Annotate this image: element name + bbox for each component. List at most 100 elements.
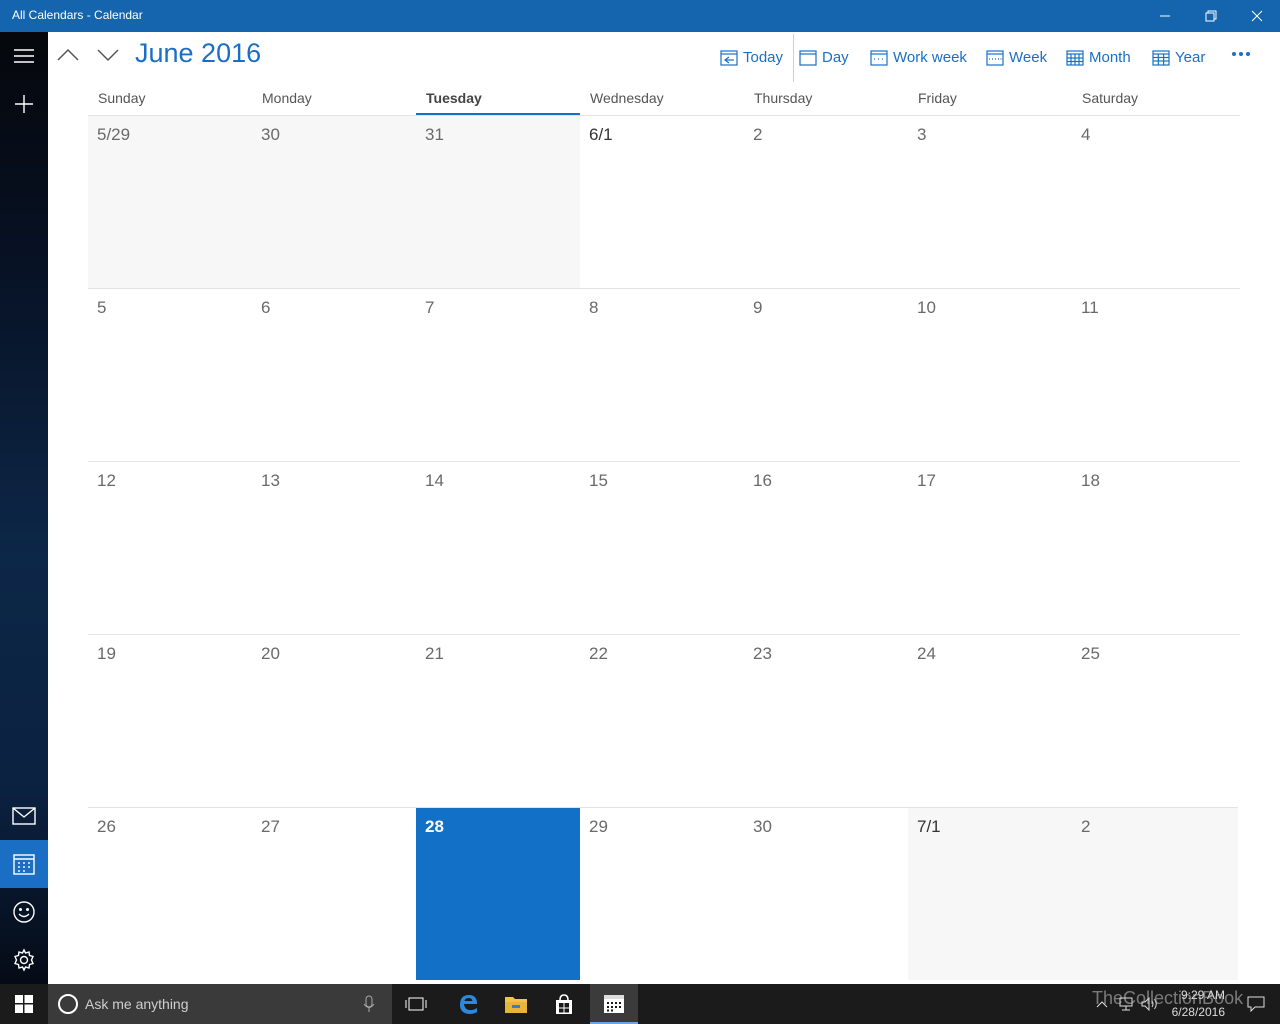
day-view-button[interactable]: Day: [799, 44, 849, 70]
day-cell[interactable]: 30: [744, 807, 908, 980]
day-cell[interactable]: 13: [252, 461, 416, 634]
weekday-header-thursday: Thursday: [754, 90, 813, 106]
day-cell[interactable]: 24: [908, 634, 1072, 807]
month-view-button[interactable]: Month: [1066, 44, 1131, 70]
work-week-icon: [870, 49, 888, 66]
mail-button[interactable]: [0, 792, 48, 840]
title-bar: All Calendars - Calendar: [0, 0, 1280, 32]
action-center-button[interactable]: [1232, 984, 1280, 1024]
calendar-taskbar-button[interactable]: [590, 984, 638, 1024]
day-cell[interactable]: 21: [416, 634, 580, 807]
day-number: 23: [753, 644, 772, 663]
day-number: 5/29: [97, 125, 131, 144]
day-cell[interactable]: 10: [908, 288, 1072, 461]
close-button[interactable]: [1234, 0, 1280, 32]
search-placeholder: Ask me anything: [85, 996, 189, 1012]
calendar-button[interactable]: [0, 840, 48, 888]
gear-icon: [14, 948, 34, 972]
store-button[interactable]: [540, 984, 588, 1024]
weekday-header-monday: Monday: [262, 90, 312, 106]
cortana-search-box[interactable]: Ask me anything: [48, 984, 392, 1024]
day-number: 16: [753, 471, 772, 490]
day-cell[interactable]: 29: [580, 807, 744, 980]
edge-browser-button[interactable]: [444, 984, 492, 1024]
day-cell[interactable]: 7: [416, 288, 580, 461]
day-cell[interactable]: 6: [252, 288, 416, 461]
day-cell[interactable]: 14: [416, 461, 580, 634]
work-week-view-button[interactable]: Work week: [870, 44, 967, 70]
year-view-button[interactable]: Year: [1152, 44, 1205, 70]
new-event-button[interactable]: [0, 80, 48, 128]
day-number: 13: [261, 471, 280, 490]
day-cell[interactable]: 19: [88, 634, 252, 807]
store-icon: [556, 994, 572, 1014]
day-cell[interactable]: 4: [1072, 115, 1240, 288]
start-button[interactable]: [0, 984, 48, 1024]
day-number: 28: [425, 817, 444, 836]
week-view-button[interactable]: Week: [986, 44, 1047, 70]
more-options-button[interactable]: [1228, 44, 1254, 64]
month-grid: 5/29 30 31 6/1 2 3 4 5 6 7 8 9 10 11 12 …: [88, 115, 1240, 980]
day-cell[interactable]: 27: [252, 807, 416, 980]
next-month-button[interactable]: [93, 40, 123, 70]
day-number: 31: [425, 125, 444, 144]
day-cell[interactable]: 12: [88, 461, 252, 634]
day-number: 25: [1081, 644, 1100, 663]
day-view-icon: [799, 49, 817, 66]
more-icon-dot: [1246, 52, 1250, 56]
day-number: 26: [97, 817, 116, 836]
day-number: 6: [261, 298, 271, 317]
day-cell[interactable]: 7/1: [908, 807, 1072, 980]
day-cell[interactable]: 20: [252, 634, 416, 807]
day-cell[interactable]: 17: [908, 461, 1072, 634]
day-cell[interactable]: 5: [88, 288, 252, 461]
mail-icon: [12, 807, 36, 825]
day-cell[interactable]: 23: [744, 634, 908, 807]
week-view-label: Week: [1009, 48, 1048, 66]
minimize-button[interactable]: [1142, 0, 1188, 32]
day-cell[interactable]: 5/29: [88, 115, 252, 288]
day-cell[interactable]: 22: [580, 634, 744, 807]
day-cell[interactable]: 15: [580, 461, 744, 634]
file-explorer-button[interactable]: [492, 984, 540, 1024]
watermark-text: TheCollectionBook: [1092, 988, 1244, 1008]
day-cell[interactable]: 31: [416, 115, 580, 288]
day-cell[interactable]: 11: [1072, 288, 1240, 461]
task-view-button[interactable]: [392, 984, 440, 1024]
day-view-label: Day: [822, 48, 849, 66]
day-cell[interactable]: 8: [580, 288, 744, 461]
weekday-header-wednesday: Wednesday: [590, 90, 664, 106]
hamburger-menu-button[interactable]: [0, 32, 48, 80]
day-number: 12: [97, 471, 116, 490]
day-cell[interactable]: 2: [744, 115, 908, 288]
day-number: 4: [1081, 125, 1091, 144]
day-number: 19: [97, 644, 116, 663]
day-cell[interactable]: 30: [252, 115, 416, 288]
settings-button[interactable]: [0, 936, 48, 984]
day-cell[interactable]: 26: [88, 807, 252, 980]
day-number: 7: [425, 298, 435, 317]
day-number: 14: [425, 471, 444, 490]
day-cell[interactable]: 2: [1072, 807, 1238, 980]
today-icon: [720, 49, 738, 66]
day-cell[interactable]: 25: [1072, 634, 1240, 807]
microphone-icon[interactable]: [363, 995, 375, 1018]
windows-logo-icon: [15, 995, 33, 1013]
weekday-header-sunday: Sunday: [98, 90, 146, 106]
day-number: 2: [1081, 817, 1091, 836]
day-cell[interactable]: 9: [744, 288, 908, 461]
feedback-button[interactable]: [0, 888, 48, 936]
restore-button[interactable]: [1188, 0, 1234, 32]
today-day-cell[interactable]: 28: [416, 807, 580, 980]
month-title[interactable]: June 2016: [135, 38, 261, 69]
today-button[interactable]: Today: [720, 44, 783, 70]
day-cell[interactable]: 18: [1072, 461, 1240, 634]
day-cell[interactable]: 6/1: [580, 115, 744, 288]
day-number: 7/1: [917, 817, 941, 836]
previous-month-button[interactable]: [53, 40, 83, 70]
day-cell[interactable]: 16: [744, 461, 908, 634]
day-number: 5: [97, 298, 107, 317]
task-view-icon: [405, 997, 427, 1011]
week-icon: [986, 49, 1004, 66]
day-cell[interactable]: 3: [908, 115, 1072, 288]
